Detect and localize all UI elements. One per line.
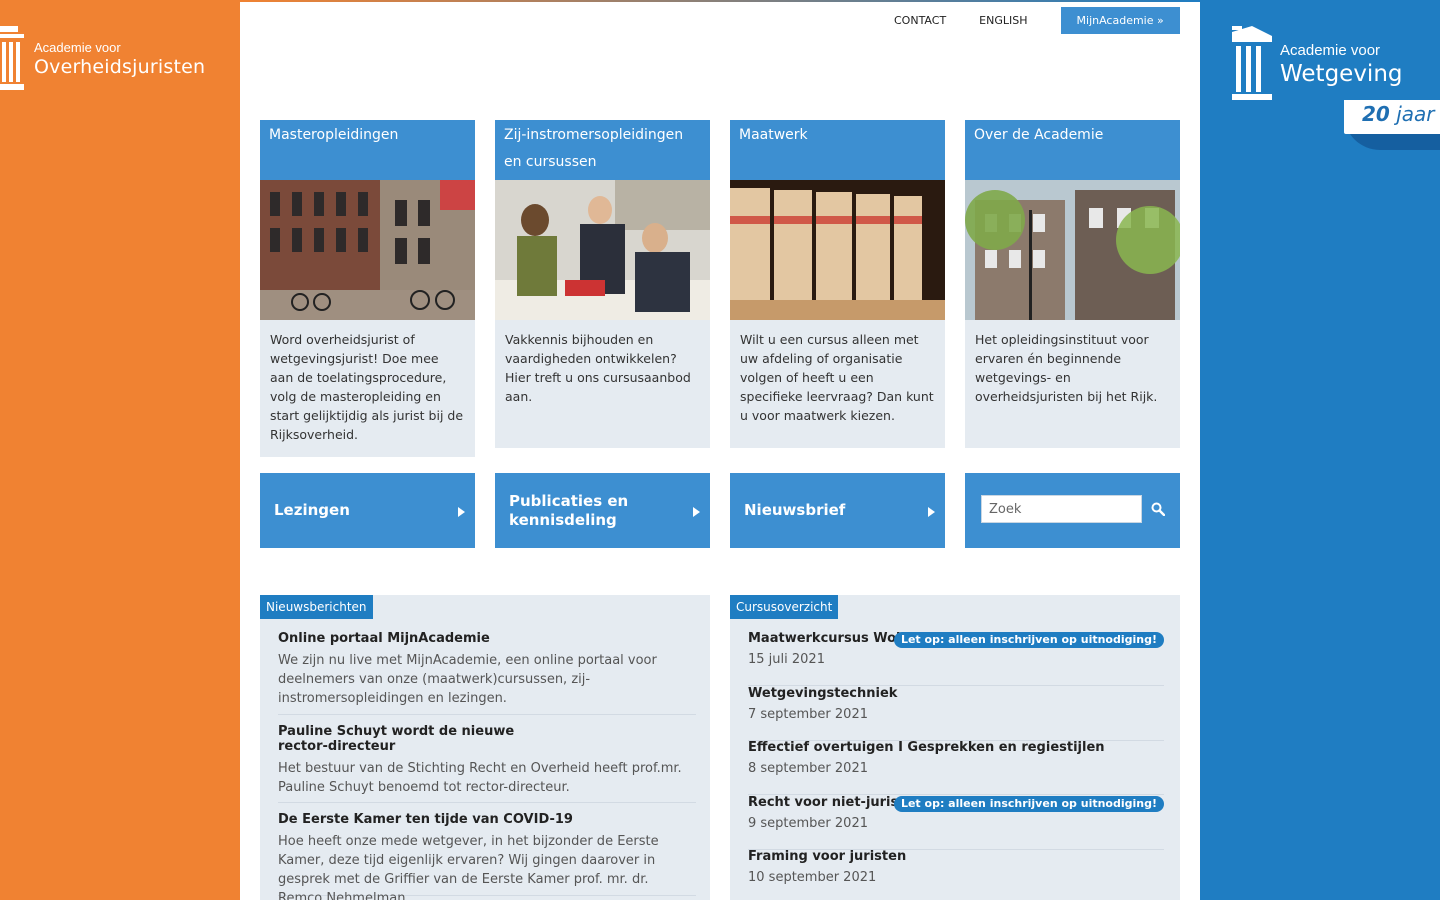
card-masteropleidingen[interactable]: Masteropleidingen Word overheidsjurist o… [260,120,475,457]
card-description: Het opleidingsinstituut voor ervaren én … [975,332,1158,404]
pillars-icon [0,26,24,90]
news-item[interactable]: Pauline Schuyt wordt de nieuwe rector-di… [278,724,696,803]
news-text: We zijn nu live met MijnAcademie, een on… [278,653,657,706]
overheidsjuristen-logo[interactable]: Academie voor Overheidsjuristen [0,26,205,92]
nav-contact-link[interactable]: CONTACT [894,14,946,27]
card-zij-instromers[interactable]: Zij-instromersopleidingen en cursussen V… [495,120,710,448]
logo-line1: Academie voor [34,40,121,55]
card-description: Wilt u een cursus alleen met uw afdeling… [740,332,934,423]
course-date: 7 september 2021 [748,707,868,722]
search-tile [965,473,1180,548]
logo-line2: Wetgeving [1280,61,1403,87]
pillars-icon [1232,26,1272,100]
course-item[interactable]: Recht voor niet-juristen 9 september 202… [748,795,1164,850]
course-title[interactable]: Wetgevingstechniek [748,686,897,701]
top-gradient-line [240,0,1200,2]
nav-english-link[interactable]: ENGLISH [979,14,1027,27]
card-title[interactable]: Maatwerk [730,120,945,180]
anniversary-text: 20 jaar [1362,102,1435,126]
invitation-badge: Let op: alleen inschrijven op uitnodigin… [893,632,1164,648]
course-item[interactable]: Wetgevingstechniek 7 september 2021 [748,686,1164,741]
course-date: 8 september 2021 [748,761,868,776]
logo-line2: Overheidsjuristen [34,56,206,78]
search-icon[interactable] [1151,502,1165,516]
mijn-academie-button[interactable]: MijnAcademie » [1060,7,1180,34]
news-title[interactable]: Online portaal MijnAcademie [278,631,696,646]
search-input[interactable] [981,495,1142,523]
people-meeting-photo[interactable] [495,180,710,320]
card-maatwerk[interactable]: Maatwerk Wilt u een cursus alleen met uw… [730,120,945,448]
news-text: Hoe heeft onze mede wetgever, in het bij… [278,834,659,900]
course-title[interactable]: Maatwerkcursus Wob [748,631,905,646]
news-panel: Nieuwsberichten Online portaal MijnAcade… [260,595,710,900]
card-title[interactable]: Zij-instromersopleidingen en cursussen [495,120,710,180]
news-text: Het bestuur van de Stichting Recht en Ov… [278,761,682,795]
left-brand-panel: Academie voor Overheidsjuristen [0,0,240,900]
tile-label: Publicaties en kennisdeling [509,491,629,529]
news-title[interactable]: De Eerste Kamer ten tijde van COVID-19 [278,812,696,827]
wetgeving-logo[interactable]: Academie voor Wetgeving [1232,26,1403,102]
course-panel-label: Cursusoverzicht [730,595,839,619]
anniversary-badge: 20 jaar [1344,100,1440,150]
news-panel-label: Nieuwsberichten [260,595,373,619]
course-item[interactable]: Framing voor juristen 10 september 2021 [748,849,1164,900]
news-title[interactable]: Pauline Schuyt wordt de nieuwe rector-di… [278,724,558,754]
tile-nieuwsbrief[interactable]: Nieuwsbrief [730,473,945,548]
course-title[interactable]: Effectief overtuigen I Gesprekken en reg… [748,740,1105,755]
arrow-right-icon [458,507,465,517]
card-over-de-academie[interactable]: Over de Academie Het opleidingsinstituut… [965,120,1180,448]
tile-label: Nieuwsbrief [744,501,846,519]
card-title[interactable]: Over de Academie [965,120,1180,180]
card-description: Vakkennis bijhouden en vaardigheden ontw… [505,332,691,404]
archive-books-photo[interactable] [730,180,945,320]
course-item[interactable]: Maatwerkcursus Wob 15 juli 2021 Let op: … [748,631,1164,686]
card-title[interactable]: Masteropleidingen [260,120,475,180]
course-date: 9 september 2021 [748,816,868,831]
top-navigation: CONTACT ENGLISH MijnAcademie » [880,7,1180,34]
tile-label: Lezingen [274,501,350,519]
card-description: Word overheidsjurist of wetgevingsjurist… [270,332,464,442]
tile-publicaties[interactable]: Publicaties en kennisdeling [495,473,710,548]
course-date: 10 september 2021 [748,870,877,885]
course-panel: Cursusoverzicht Maatwerkcursus Wob 15 ju… [730,595,1180,900]
right-brand-panel: Academie voor Wetgeving 20 jaar [1200,0,1440,900]
news-item[interactable]: Online portaal MijnAcademie We zijn nu l… [278,631,696,715]
arrow-right-icon [693,507,700,517]
invitation-badge: Let op: alleen inschrijven op uitnodigin… [893,796,1164,812]
course-item[interactable]: Effectief overtuigen I Gesprekken en reg… [748,740,1164,795]
course-title[interactable]: Framing voor juristen [748,849,906,864]
arrow-right-icon [928,507,935,517]
logo-line1: Academie voor [1280,42,1381,59]
historic-building-photo[interactable] [260,180,475,320]
tile-lezingen[interactable]: Lezingen [260,473,475,548]
course-date: 15 juli 2021 [748,652,825,667]
news-item[interactable]: De Eerste Kamer ten tijde van COVID-19 H… [278,812,696,900]
canal-house-photo[interactable] [965,180,1180,320]
